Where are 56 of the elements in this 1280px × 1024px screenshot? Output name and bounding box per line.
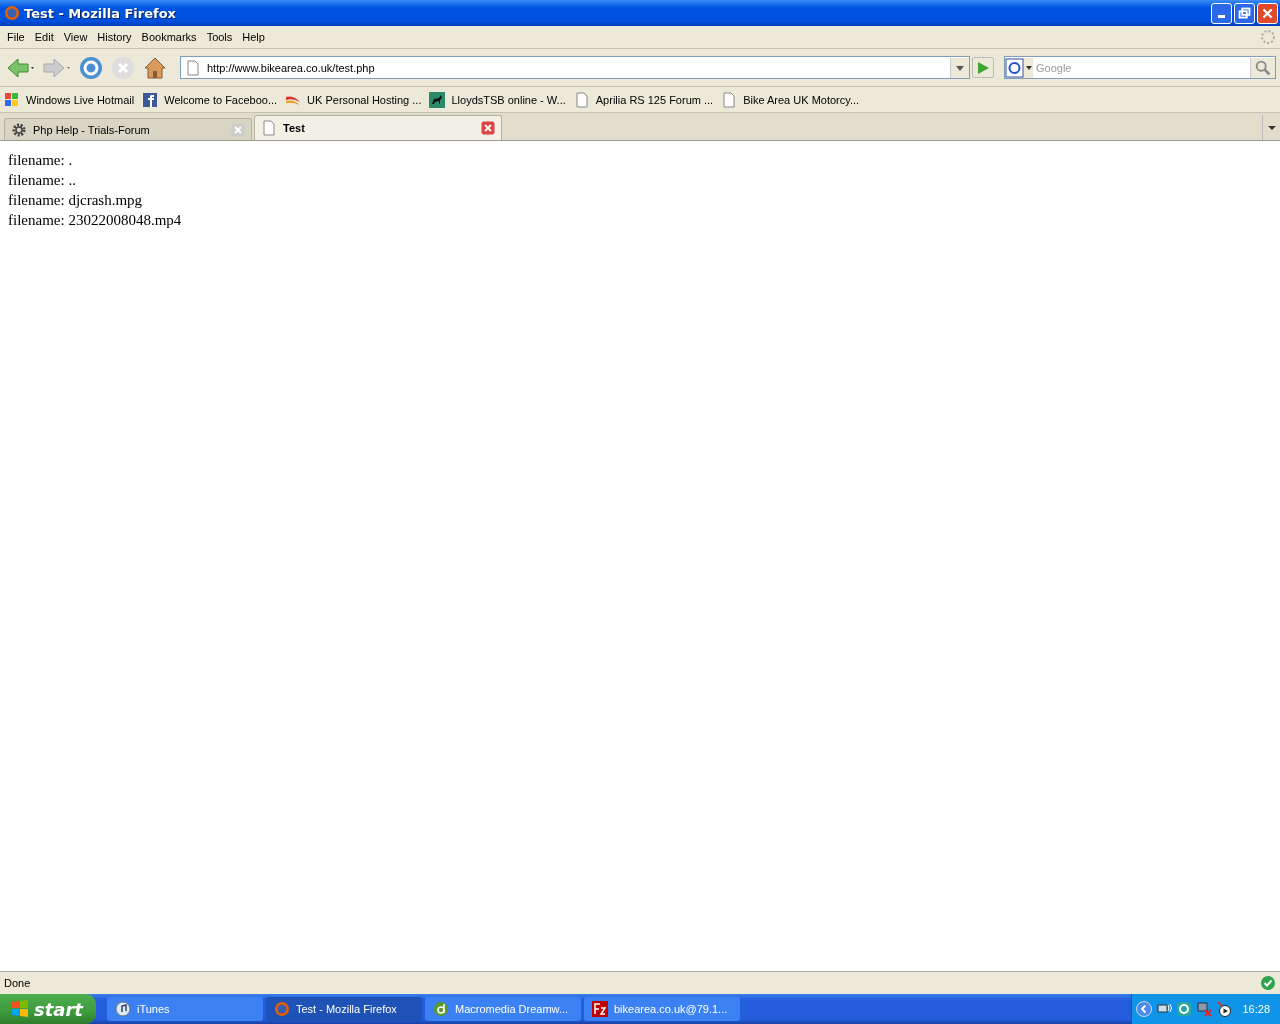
menu-item[interactable]: Tools [203,29,240,45]
fz-icon [592,1001,608,1017]
page-icon [185,59,201,76]
horse-icon [429,91,446,108]
search-icon[interactable] [1250,57,1275,78]
taskbar-button[interactable]: iTunes [107,997,263,1021]
filename-line: filename: .. [8,171,77,190]
page-icon [721,91,738,108]
taskbar-button[interactable]: bikearea.co.uk@79.1... [584,997,740,1021]
menu-item[interactable]: File [4,29,32,45]
close-tab-icon[interactable] [481,121,495,135]
close-button[interactable] [1257,2,1278,24]
windows-flag-icon [4,91,20,108]
page-icon [573,91,590,108]
page-icon [261,120,277,136]
address-field[interactable]: http://www.bikearea.co.uk/test.php [180,56,970,79]
caret-icon [1267,124,1276,131]
taskbar-button[interactable]: Macromedia Dreamw... [425,997,581,1021]
bookmark-item[interactable]: LloydsTSB online - W... [429,91,566,108]
bookmark-item[interactable]: Windows Live Hotmail [4,91,135,108]
gear-icon [11,121,27,138]
status-text: Done [4,977,31,989]
minimize-button[interactable] [1211,2,1232,24]
windows-flag-icon [10,999,30,1019]
play-icon [976,60,990,75]
menu-item[interactable]: View [60,29,95,45]
check-icon [1260,975,1276,991]
filename-line: filename: . [8,151,74,170]
taskbar-button[interactable]: Test - Mozilla Firefox [266,997,422,1021]
menu-item[interactable]: History [94,29,139,45]
play-icon[interactable] [1216,1001,1233,1017]
square-ring-icon[interactable] [1176,1001,1193,1017]
chevron-left-icon[interactable] [1136,1001,1153,1017]
menu-item[interactable]: Bookmarks [138,29,204,45]
menu-item[interactable]: Help [239,29,272,45]
restore-button[interactable] [1234,2,1255,24]
bookmark-item[interactable]: Bike Area UK Motorcy... [721,91,860,108]
filename-line: filename: djcrash.mpg [8,191,144,210]
filename-line: filename: 23022008048.mp4 [8,211,183,230]
browser-tab[interactable]: Php Help - Trials-Forum [4,118,252,140]
letter-f-icon [142,91,159,108]
throbber-icon [1260,29,1276,45]
letter-d-icon [433,1001,449,1017]
bookmark-item[interactable]: UK Personal Hosting ... [285,91,422,108]
bookmark-item[interactable]: Aprilia RS 125 Forum ... [573,91,714,108]
search-field[interactable]: Google [1004,56,1276,79]
browser-tab[interactable]: Test [254,115,502,140]
clock: 16:28 [1242,1003,1270,1015]
firefox-icon [4,5,20,21]
bookmark-item[interactable]: Welcome to Faceboo... [142,91,278,108]
menu-item[interactable]: Edit [31,29,61,45]
firefox-icon [274,1001,290,1017]
address-input[interactable]: http://www.bikearea.co.uk/test.php [207,61,944,74]
minimize-icon [1218,14,1225,18]
window-title: Test - Mozilla Firefox [24,5,176,21]
dropdown-icon[interactable] [950,57,969,78]
